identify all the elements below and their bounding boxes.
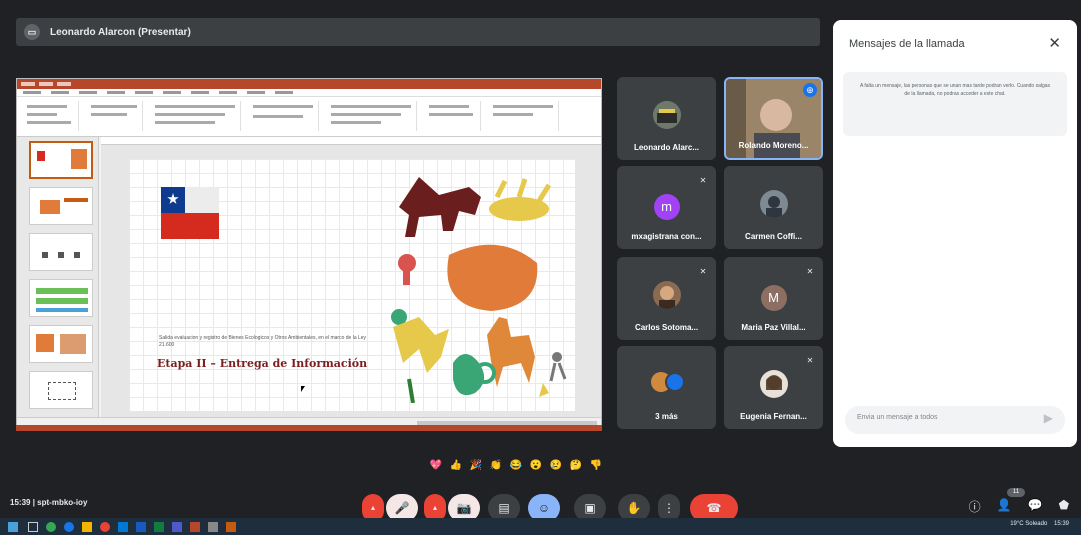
participant-tile[interactable]: ⊕ Rolando Moreno... bbox=[724, 77, 823, 160]
participant-name: mxagistrana con... bbox=[631, 232, 702, 241]
reaction-heart-icon[interactable]: 💖 bbox=[428, 458, 444, 474]
outlook-icon[interactable] bbox=[118, 522, 128, 532]
participant-tile[interactable]: ✕ Carlos Sotoma... bbox=[617, 257, 716, 340]
weather-label[interactable]: 19°C Soleado bbox=[1010, 521, 1047, 527]
ppt-bottom-strip bbox=[16, 425, 602, 431]
mic-muted-icon: ✕ bbox=[806, 267, 814, 276]
avatar: M bbox=[760, 285, 787, 311]
participant-tile[interactable]: ✕ Eugenia Fernan... bbox=[724, 346, 823, 429]
close-icon[interactable]: ✕ bbox=[1048, 34, 1061, 52]
chat-panel: Mensajes de la llamada ✕ A falta un mens… bbox=[833, 20, 1077, 447]
reaction-thinking-icon[interactable]: 🤔 bbox=[568, 458, 584, 474]
presenter-label: Leonardo Alarcon (Presentar) bbox=[50, 26, 191, 38]
chat-input[interactable]: Envia un mensaje a todos ▶ bbox=[845, 406, 1065, 434]
present-screen-icon: ▭ bbox=[24, 24, 40, 40]
ruler bbox=[101, 137, 601, 145]
participant-photo bbox=[652, 281, 681, 309]
participant-tile[interactable]: ✕ m mxagistrana con... bbox=[617, 166, 716, 249]
slide-thumbnail[interactable] bbox=[29, 233, 93, 271]
participant-name: Carmen Coffi... bbox=[745, 232, 802, 241]
app-icon[interactable] bbox=[226, 522, 236, 532]
explorer-icon[interactable] bbox=[82, 522, 92, 532]
slide-title: Etapa II – Entrega de Información bbox=[157, 357, 368, 370]
reaction-laugh-icon[interactable]: 😂 bbox=[508, 458, 524, 474]
slide-thumbnail[interactable] bbox=[29, 279, 93, 317]
participant-name: Maria Paz Villal... bbox=[741, 323, 806, 332]
participant-tile[interactable]: Leonardo Alarc... bbox=[617, 77, 716, 160]
reaction-clap-icon[interactable]: 👏 bbox=[488, 458, 504, 474]
windows-start-icon[interactable] bbox=[8, 522, 18, 532]
side-controls: ⓘ 👤 💬 ⬟ bbox=[969, 498, 1069, 515]
participant-photo bbox=[759, 370, 788, 398]
clock[interactable]: 15:39 bbox=[1054, 521, 1069, 527]
reaction-party-icon[interactable]: 🎉 bbox=[468, 458, 484, 474]
meeting-time: 15:39 bbox=[10, 498, 31, 507]
reaction-sad-icon[interactable]: 😢 bbox=[548, 458, 564, 474]
slide-thumbnails bbox=[17, 137, 99, 419]
reaction-surprised-icon[interactable]: 😮 bbox=[528, 458, 544, 474]
activities-icon[interactable]: ⬟ bbox=[1059, 498, 1069, 515]
chrome-icon[interactable] bbox=[100, 522, 110, 532]
slide-thumbnail[interactable] bbox=[29, 325, 93, 363]
participant-tile[interactable]: 3 más bbox=[617, 346, 716, 429]
participant-photo bbox=[759, 190, 788, 218]
avatar: m bbox=[653, 194, 680, 220]
chile-gov-logo bbox=[161, 187, 219, 239]
slide-thumbnail[interactable] bbox=[29, 141, 93, 179]
participant-name: 3 más bbox=[655, 412, 678, 421]
slide-thumbnail[interactable] bbox=[29, 187, 93, 225]
app-icon[interactable] bbox=[46, 522, 56, 532]
app-icon[interactable] bbox=[208, 522, 218, 532]
slide[interactable]: Salida evaluacion y registro de Bienes E… bbox=[129, 159, 575, 411]
reaction-bar: 💖 👍 🎉 👏 😂 😮 😢 🤔 👎 bbox=[428, 458, 604, 476]
participant-tile[interactable]: Carmen Coffi... bbox=[724, 166, 823, 249]
windows-taskbar: 19°C Soleado 15:39 bbox=[0, 518, 1081, 535]
participant-name: Carlos Sotoma... bbox=[634, 323, 699, 332]
chat-icon[interactable]: 💬 bbox=[1028, 498, 1043, 515]
mic-muted-icon: ✕ bbox=[699, 176, 707, 185]
slide-canvas: Salida evaluacion y registro de Bienes E… bbox=[101, 137, 601, 419]
powerpoint-icon[interactable] bbox=[190, 522, 200, 532]
ppt-ribbon bbox=[17, 97, 601, 137]
info-icon[interactable]: ⓘ bbox=[969, 498, 981, 515]
chat-notice: A falta un mensaje, las personas que se … bbox=[843, 72, 1067, 136]
participant-name: Rolando Moreno... bbox=[738, 141, 809, 150]
pin-icon[interactable]: ⊕ bbox=[803, 83, 817, 97]
slide-subtitle: Salida evaluacion y registro de Bienes E… bbox=[159, 335, 367, 348]
people-count-badge: 11 bbox=[1007, 488, 1025, 497]
reaction-thumbs-up-icon[interactable]: 👍 bbox=[448, 458, 464, 474]
excel-icon[interactable] bbox=[154, 522, 164, 532]
word-icon[interactable] bbox=[136, 522, 146, 532]
slide-thumbnail[interactable] bbox=[29, 371, 93, 409]
mouse-cursor bbox=[301, 386, 305, 392]
people-icon[interactable]: 👤 bbox=[997, 498, 1012, 515]
group-avatars bbox=[651, 372, 685, 392]
rock-art-illustration bbox=[391, 177, 567, 403]
chat-title: Mensajes de la llamada bbox=[849, 38, 965, 50]
system-tray: 19°C Soleado 15:39 bbox=[1010, 521, 1069, 527]
edge-icon[interactable] bbox=[64, 522, 74, 532]
reaction-thumbs-down-icon[interactable]: 👎 bbox=[588, 458, 604, 474]
teams-icon[interactable] bbox=[172, 522, 182, 532]
send-icon[interactable]: ▶ bbox=[1044, 411, 1053, 425]
participant-photo bbox=[652, 101, 681, 129]
participant-name: Eugenia Fernan... bbox=[740, 412, 807, 421]
mic-muted-icon: ✕ bbox=[806, 356, 814, 365]
task-view-icon[interactable] bbox=[28, 522, 38, 532]
meet-window: ▭ Leonardo Alarcon (Presentar) Salida ev… bbox=[0, 0, 1081, 535]
ppt-title-bar bbox=[17, 79, 601, 89]
meeting-info: 15:39 | spt-mbko-ioy bbox=[10, 498, 87, 507]
meeting-code: spt-mbko-ioy bbox=[37, 498, 88, 507]
participant-name: Leonardo Alarc... bbox=[633, 143, 700, 152]
ppt-ribbon-tabs bbox=[17, 89, 601, 97]
shared-screen: Salida evaluacion y registro de Bienes E… bbox=[16, 78, 602, 430]
chat-input-placeholder: Envia un mensaje a todos bbox=[857, 414, 938, 421]
presenter-bar[interactable]: ▭ Leonardo Alarcon (Presentar) bbox=[16, 18, 820, 46]
participant-tile[interactable]: ✕ M Maria Paz Villal... bbox=[724, 257, 823, 340]
mic-muted-icon: ✕ bbox=[699, 267, 707, 276]
